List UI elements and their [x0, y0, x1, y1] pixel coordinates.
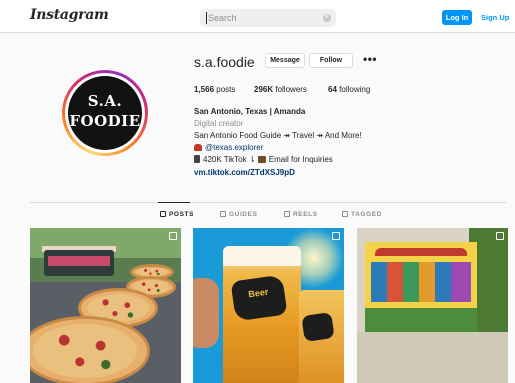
bio-category: Digital creator: [194, 119, 244, 128]
avatar-text-line-2: FOODIE: [69, 112, 141, 130]
mural-banner: [375, 248, 467, 256]
beer-festival-logo-small: [301, 312, 335, 342]
beer-foam: [223, 246, 301, 266]
top-navigation-bar: Instagram Log In Sign Up: [0, 0, 515, 33]
tab-tagged[interactable]: TAGGED: [342, 211, 382, 218]
tab-reels-label: REELS: [293, 211, 318, 218]
beer-festival-logo-text: Beer: [247, 286, 269, 300]
pizza-front: [30, 316, 150, 383]
tab-posts-label: POSTS: [169, 211, 195, 218]
bio-tiktok-text: 420K TikTok: [203, 155, 247, 164]
boat-passengers: [48, 256, 110, 266]
grid-icon: [160, 211, 166, 217]
reels-icon: [284, 211, 290, 217]
instagram-logo[interactable]: Instagram: [30, 7, 109, 23]
bio-full-name: San Antonio, Texas | Amanda: [194, 107, 306, 116]
followers-count[interactable]: 296K followers: [254, 85, 307, 94]
bio-contact-line: 420K TikTok ⇂ Email for Inquiries: [194, 155, 333, 164]
profile-username: s.a.foodie: [194, 54, 255, 70]
search-box[interactable]: [200, 9, 336, 27]
guide-icon: [220, 211, 226, 217]
carousel-icon: [496, 232, 504, 240]
bio-mention-line: @texas.explorer: [194, 143, 263, 152]
log-in-button[interactable]: Log In: [442, 10, 472, 25]
carousel-icon: [332, 232, 340, 240]
posts-count-value: 1,566: [194, 85, 215, 94]
tab-posts[interactable]: POSTS: [160, 211, 194, 218]
tagged-icon: [342, 211, 348, 217]
tab-guides[interactable]: GUIDES: [220, 211, 258, 218]
bio-external-link[interactable]: vm.tiktok.com/ZTdXSJ9pD: [194, 168, 295, 177]
carousel-icon: [169, 232, 177, 240]
tab-tagged-label: TAGGED: [351, 211, 382, 218]
search-input[interactable]: [208, 11, 316, 25]
beer-festival-logo: Beer: [230, 274, 288, 322]
following-count[interactable]: 64 following: [328, 85, 370, 94]
bio-arrow-glyph: ⇂: [248, 155, 256, 164]
post-thumbnail-pizza[interactable]: [30, 228, 181, 383]
active-tab-indicator: [158, 202, 190, 203]
profile-avatar-story-ring[interactable]: S.A. FOODIE: [62, 70, 148, 156]
phone-emoji-icon: [194, 155, 200, 163]
signboard-emoji-icon: [257, 156, 266, 163]
clear-search-icon[interactable]: [323, 12, 331, 22]
posts-count: 1,566 posts: [194, 85, 235, 94]
car-emoji-icon: [194, 144, 202, 151]
follow-button[interactable]: Follow: [309, 53, 353, 68]
tabs-divider: [30, 202, 506, 203]
holding-hand: [193, 278, 219, 348]
mural-letters: [371, 262, 471, 302]
following-count-label: following: [339, 85, 371, 94]
tab-reels[interactable]: REELS: [284, 211, 318, 218]
post-thumbnail-beer-festival[interactable]: Beer: [193, 228, 344, 383]
followers-count-value: 296K: [254, 85, 274, 94]
posts-count-label: posts: [216, 85, 236, 94]
message-button[interactable]: Message: [265, 53, 305, 68]
mural-grass: [365, 308, 477, 332]
tab-guides-label: GUIDES: [229, 211, 258, 218]
bio-description: San Antonio Food Guide ↠ Travel ↠ And Mo…: [194, 131, 362, 140]
following-count-value: 64: [328, 85, 337, 94]
profile-avatar: S.A. FOODIE: [68, 76, 142, 150]
avatar-text-line-1: S.A.: [87, 92, 123, 110]
sign-up-link[interactable]: Sign Up: [481, 13, 509, 22]
post-thumbnail-boerne-mural[interactable]: [357, 228, 508, 383]
bio-mention-link[interactable]: @texas.explorer: [205, 143, 263, 152]
gravel-ground: [357, 332, 508, 383]
bio-email-text: Email for Inquiries: [268, 155, 333, 164]
more-options-icon[interactable]: •••: [363, 53, 377, 66]
text-caret: [206, 12, 207, 24]
followers-count-label: followers: [275, 85, 307, 94]
